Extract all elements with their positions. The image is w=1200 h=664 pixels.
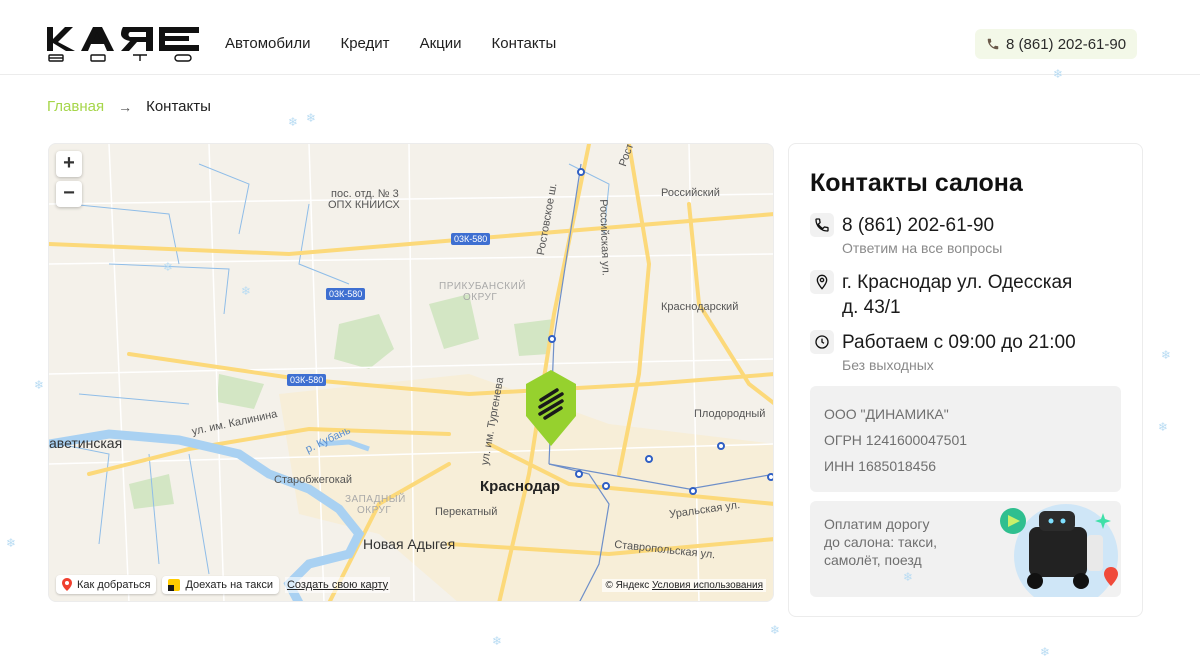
map-label-krasnodar: Краснодар	[480, 478, 561, 495]
taxi-button-label: Доехать на такси	[185, 578, 273, 591]
clock-icon	[810, 330, 834, 354]
snowflake-icon: ❄	[306, 111, 317, 125]
main-nav: Автомобили Кредит Акции Контакты	[225, 35, 556, 52]
map-base-layer	[49, 144, 773, 601]
snowflake-icon: ❄	[903, 570, 914, 584]
logo[interactable]	[47, 25, 199, 63]
contact-address-line1: г. Краснодар ул. Одесская	[842, 272, 1073, 293]
promo-line3: самолёт, поезд	[824, 552, 922, 568]
header-phone-number: 8 (861) 202-61-90	[1006, 35, 1127, 53]
snowflake-icon: ❄	[241, 284, 252, 298]
snowflake-icon: ❄	[492, 634, 503, 648]
location-pin-icon[interactable]	[524, 370, 578, 446]
phone-icon	[987, 38, 999, 50]
map-terms-link[interactable]: Условия использования	[652, 580, 763, 591]
site-header: Автомобили Кредит Акции Контакты 8 (861)…	[0, 0, 1200, 75]
map-copyright-text: © Яндекс	[605, 580, 650, 591]
map-label-prikuban2: ОКРУГ	[463, 292, 498, 303]
snowflake-icon: ❄	[770, 623, 781, 637]
map-copyright: © Яндекс Условия использования	[602, 579, 766, 592]
snowflake-icon: ❄	[34, 378, 45, 392]
contacts-card: Контакты салона 8 (861) 202-61-90 Ответи…	[788, 143, 1143, 617]
road-badge: 03К-580	[287, 374, 327, 386]
snowflake-icon: ❄	[288, 115, 299, 129]
route-button[interactable]: Как добраться	[56, 575, 157, 594]
breadcrumb: Главная → Контакты	[47, 98, 211, 115]
taxi-button[interactable]: Доехать на такси	[162, 575, 279, 594]
map-label-station2: ОПХ КНИИСХ	[328, 199, 400, 211]
contact-hours-note: Без выходных	[842, 357, 934, 373]
contact-address-row: г. Краснодар ул. Одесская д. 43/1	[810, 270, 1072, 320]
contact-phone-note: Ответим на все вопросы	[842, 240, 1003, 256]
legal-company: ООО "ДИНАМИКА"	[824, 406, 949, 422]
snowflake-icon: ❄	[6, 536, 17, 550]
create-map-link[interactable]: Создать свою карту	[284, 576, 391, 593]
snowflake-icon: ❄	[1161, 348, 1172, 362]
nav-item-contacts[interactable]: Контакты	[491, 35, 556, 52]
snowflake-icon: ❄	[1158, 420, 1169, 434]
map-label-prikuban1: ПРИКУБАНСКИЙ	[439, 281, 526, 292]
map-label-plodorodny: Плодородный	[694, 408, 766, 420]
delivery-robot-illustration	[1000, 504, 1118, 597]
zoom-out-button[interactable]: −	[56, 181, 82, 207]
breadcrumb-home-link[interactable]: Главная	[47, 98, 104, 115]
legal-ogrn: ОГРН 1241600047501	[824, 432, 968, 448]
promo-line1: Оплатим дорогу	[824, 516, 930, 532]
contact-hours-row: Работаем с 09:00 до 21:00 Без выходных	[810, 330, 1076, 373]
legal-info: ООО "ДИНАМИКА" ОГРН 1241600047501 ИНН 16…	[810, 386, 1121, 492]
map-label-starobzhegokai: Старобжегокай	[274, 474, 353, 486]
breadcrumb-current: Контакты	[146, 98, 211, 115]
header-phone-button[interactable]: 8 (861) 202-61-90	[975, 29, 1138, 59]
promo-text: Оплатим дорогу до салона: такси, самолёт…	[824, 515, 974, 569]
phone-icon	[810, 213, 834, 237]
snowflake-icon: ❄	[1053, 67, 1064, 81]
nav-item-cars[interactable]: Автомобили	[225, 35, 310, 52]
contact-address-line2: д. 43/1	[842, 297, 901, 318]
map-label-krasnodarsky: Краснодарский	[661, 301, 739, 313]
travel-promo-banner[interactable]: Оплатим дорогу до салона: такси, самолёт…	[810, 501, 1121, 597]
breadcrumb-arrow-icon: →	[118, 98, 133, 115]
nav-item-credit[interactable]: Кредит	[340, 35, 389, 52]
map-label-perekatny: Перекатный	[435, 506, 498, 518]
contacts-title: Контакты салона	[810, 169, 1023, 197]
map-label-elizavetinskaya: аветинская	[49, 435, 123, 451]
legal-inn: ИНН 1685018456	[824, 458, 937, 474]
map-marker-icon	[62, 578, 72, 591]
map-bottom-controls: Как добраться Доехать на такси Создать с…	[56, 575, 391, 594]
nav-item-promotions[interactable]: Акции	[420, 35, 462, 52]
taxi-icon	[168, 578, 181, 591]
map-label-zapadny1: ЗАПАДНЫЙ	[345, 494, 406, 505]
zoom-in-button[interactable]: +	[56, 151, 82, 177]
road-badge: 03К-580	[326, 288, 366, 300]
map-label-zapadny2: ОКРУГ	[357, 505, 392, 516]
map-label-novaya-adygeya: Новая Адыгея	[363, 536, 456, 552]
contact-phone-row: 8 (861) 202-61-90 Ответим на все вопросы	[810, 213, 1002, 256]
map[interactable]: пос. отд. № 3 ОПХ КНИИСХ Российский ПРИК…	[48, 143, 774, 602]
route-button-label: Как добраться	[77, 578, 151, 591]
promo-line2: до салона: такси,	[824, 534, 938, 550]
snowflake-icon: ❄	[1040, 645, 1051, 659]
contact-hours: Работаем с 09:00 до 21:00	[842, 332, 1076, 353]
contact-phone[interactable]: 8 (861) 202-61-90	[842, 213, 1002, 238]
location-icon	[810, 270, 834, 294]
snowflake-icon: ❄	[163, 260, 174, 274]
map-label-rossiysky: Российский	[661, 187, 720, 199]
road-badge: 03К-580	[451, 233, 491, 245]
